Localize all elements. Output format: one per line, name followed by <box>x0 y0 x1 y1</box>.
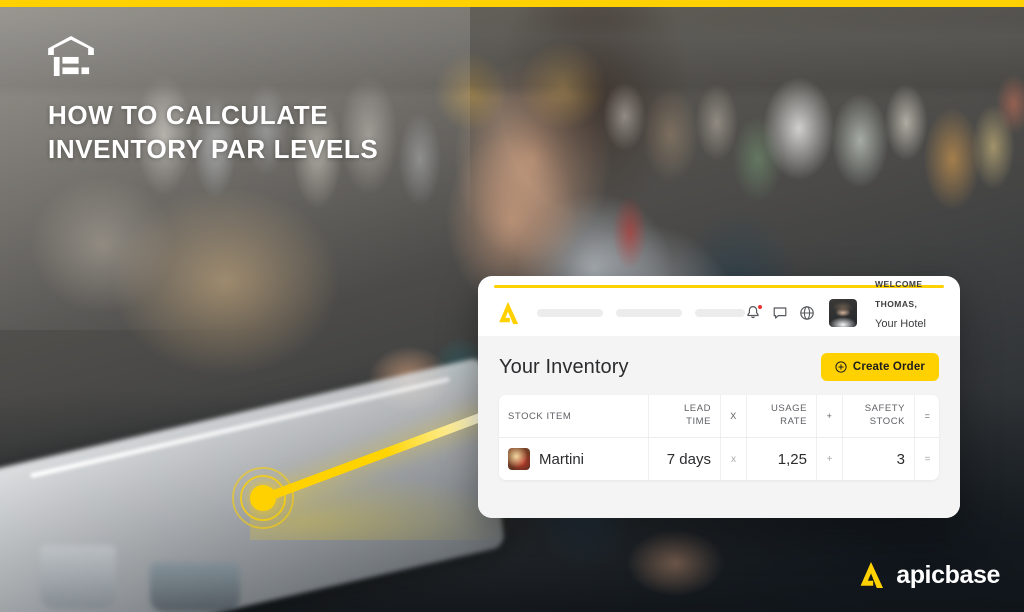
user-avatar[interactable] <box>829 299 857 327</box>
welcome-greeting: WELCOME THOMAS, <box>875 279 923 309</box>
cell-operator-plus: + <box>817 438 843 480</box>
hero-title-line-2: INVENTORY PAR LEVELS <box>48 134 379 165</box>
apicbase-wordmark: apicbase <box>896 560 1000 589</box>
help-globe-icon[interactable] <box>799 305 815 321</box>
column-header-usage-rate-line2: RATE <box>780 415 807 427</box>
inventory-heading: Your Inventory <box>499 355 629 378</box>
apicbase-a-logo-icon <box>860 562 884 588</box>
nav-placeholder-item[interactable] <box>616 309 682 317</box>
inventory-table: STOCK ITEM LEAD TIME x USAGE RATE + SAFE… <box>499 395 939 480</box>
column-header-safety-stock-line1: SAFETY <box>864 403 905 414</box>
notifications-bell-icon[interactable] <box>745 304 763 321</box>
screenshot-canvas: HOW TO CALCULATE INVENTORY PAR LEVELS WE… <box>0 0 1024 612</box>
plus-circle-icon <box>835 361 847 373</box>
bar-glass-right <box>150 562 240 612</box>
cell-operator-multiply: x <box>721 438 747 480</box>
column-header-operator-multiply: x <box>721 395 747 437</box>
cell-operator-equals: = <box>915 438 939 480</box>
hero-title-line-1: HOW TO CALCULATE <box>48 100 329 130</box>
target-dot <box>250 485 276 511</box>
column-header-operator-equals: = <box>915 395 939 437</box>
page-title: HOW TO CALCULATE INVENTORY PAR LEVELS <box>48 98 468 167</box>
column-header-safety-stock-line2: STOCK <box>869 415 905 427</box>
column-header-lead-time-line2: TIME <box>686 415 711 427</box>
chat-bubble-icon[interactable] <box>772 305 788 321</box>
column-header-operator-plus: + <box>817 395 843 437</box>
app-content-panel: Your Inventory Create Order STOCK ITEM L… <box>478 336 960 518</box>
column-header-lead-time-line1: LEAD <box>683 403 711 414</box>
top-accent-bar <box>0 0 1024 7</box>
table-header-row: STOCK ITEM LEAD TIME x USAGE RATE + SAFE… <box>499 395 939 438</box>
column-header-usage-rate-line1: USAGE <box>770 403 807 414</box>
app-header: WELCOME THOMAS, Your Hotel Library <box>478 279 960 350</box>
column-header-safety-stock: SAFETY STOCK <box>843 395 915 437</box>
martini-thumbnail-icon <box>508 448 530 470</box>
app-screenshot-card: WELCOME THOMAS, Your Hotel Library Your … <box>478 276 960 518</box>
column-header-lead-time: LEAD TIME <box>649 395 721 437</box>
hero-title-block: HOW TO CALCULATE INVENTORY PAR LEVELS <box>48 36 468 167</box>
cell-usage-rate: 1,25 <box>747 438 817 480</box>
warehouse-icon <box>48 36 94 76</box>
stock-item-name: Martini <box>539 450 585 468</box>
content-header-row: Your Inventory Create Order <box>499 353 939 381</box>
column-header-usage-rate: USAGE RATE <box>747 395 817 437</box>
column-header-stock-item: STOCK ITEM <box>499 395 649 437</box>
create-order-label: Create Order <box>852 361 925 373</box>
table-row[interactable]: Martini 7 days x 1,25 + 3 = 12 btl. <box>499 438 939 480</box>
apicbase-footer-logo: apicbase <box>856 560 1000 590</box>
notification-badge <box>757 304 763 310</box>
cell-lead-time: 7 days <box>649 438 721 480</box>
cell-stock-item: Martini <box>499 438 649 480</box>
create-order-button[interactable]: Create Order <box>820 353 939 381</box>
apicbase-a-logo-icon[interactable] <box>495 300 521 326</box>
nav-placeholder-group <box>537 309 745 317</box>
highlight-target-marker <box>232 467 294 529</box>
cell-safety-stock: 3 <box>843 438 915 480</box>
bar-glass-left <box>40 545 116 609</box>
nav-placeholder-item[interactable] <box>695 309 745 317</box>
nav-placeholder-item[interactable] <box>537 309 603 317</box>
